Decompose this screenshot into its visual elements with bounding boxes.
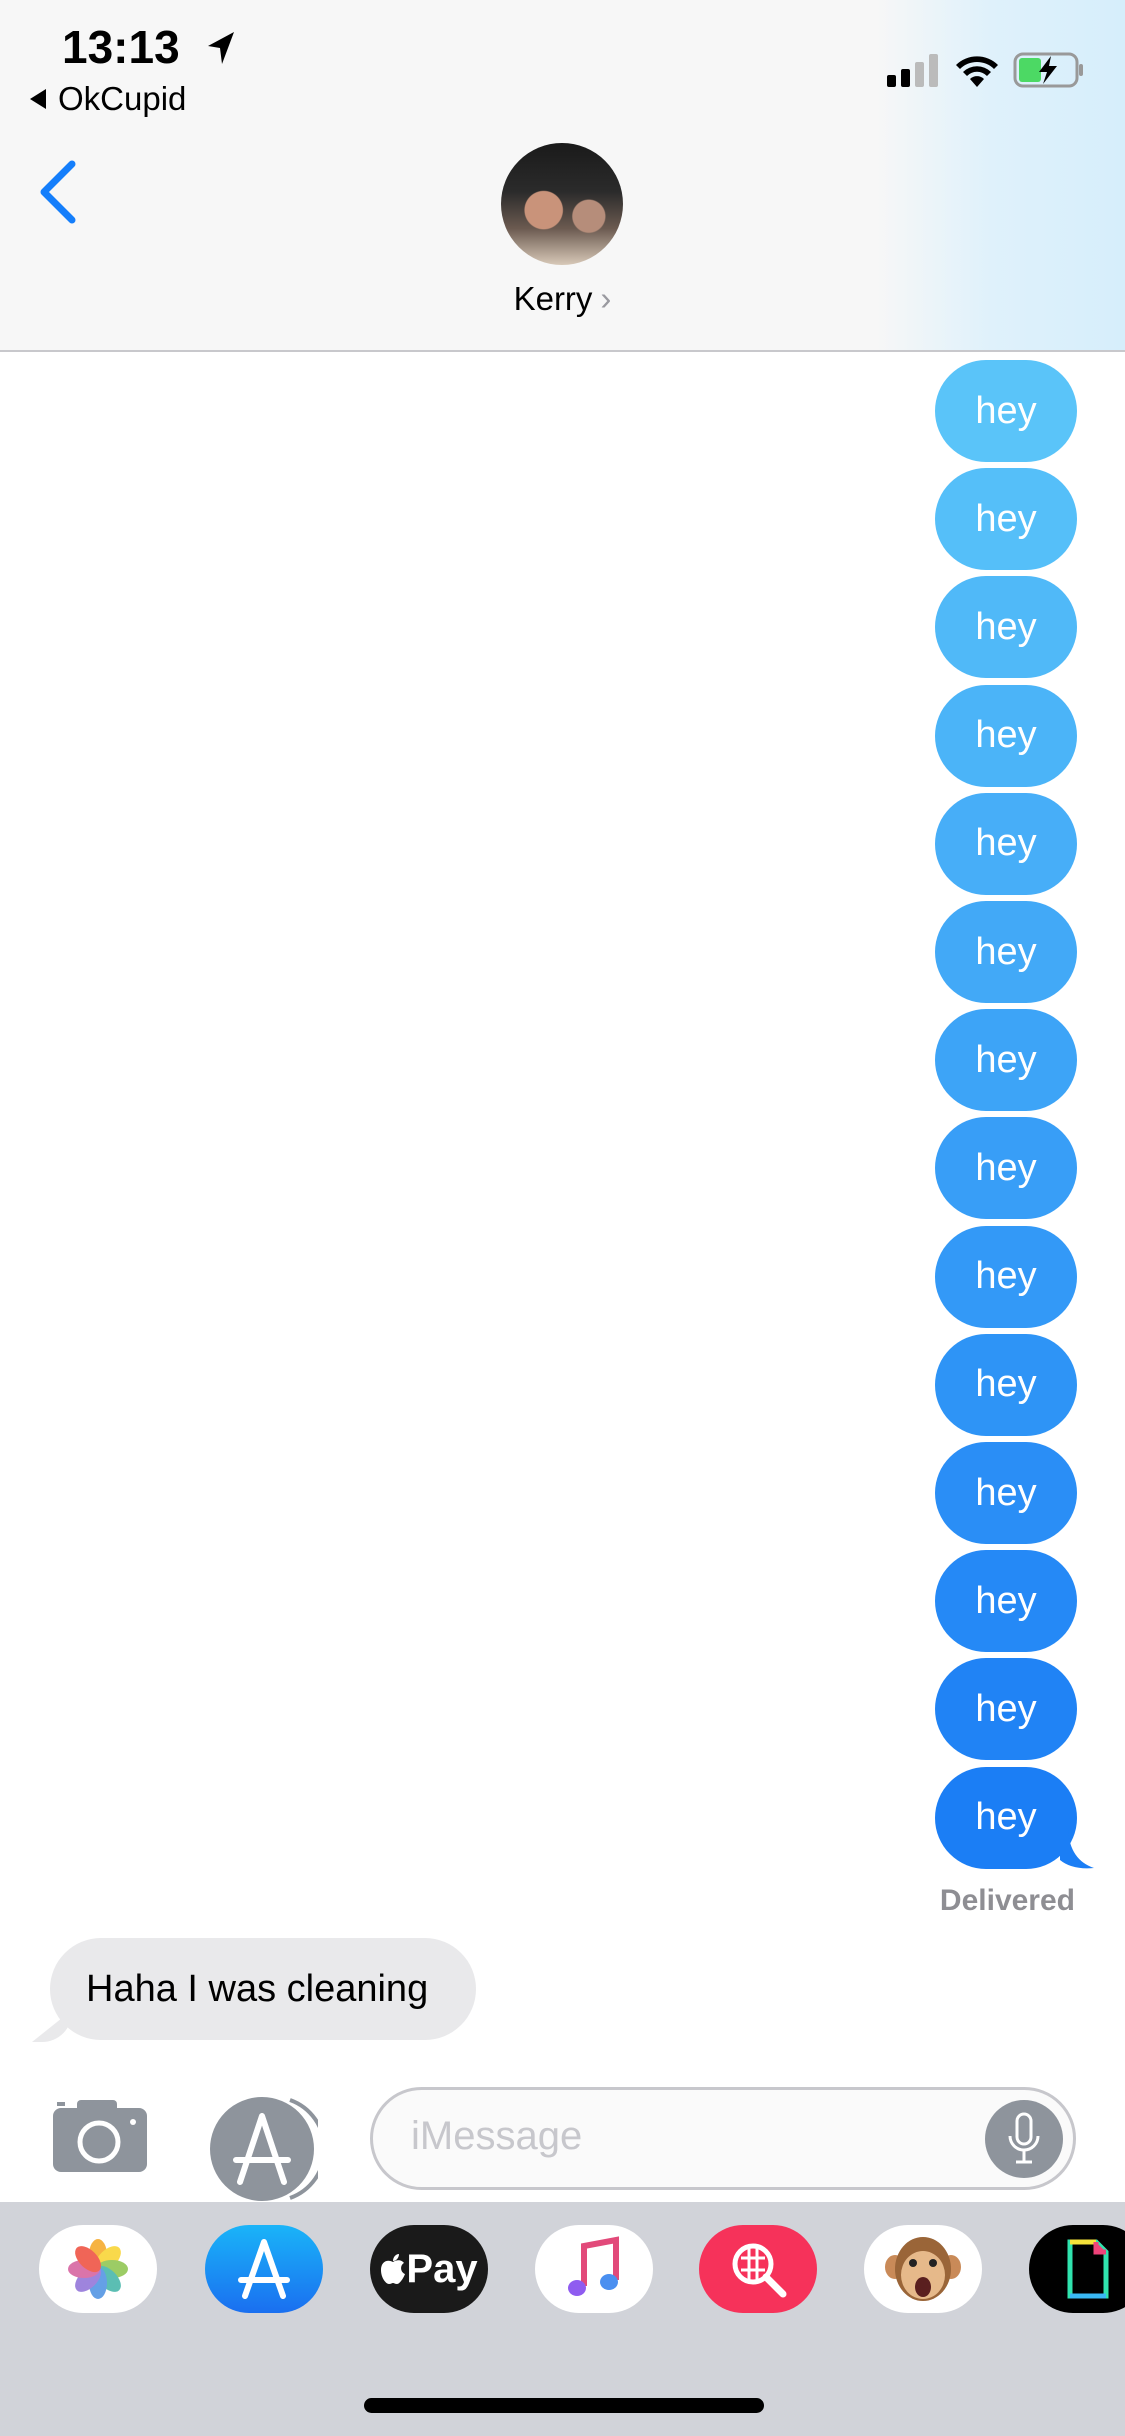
apple-pay-icon [381,2254,406,2284]
wifi-icon [956,56,998,87]
apple-pay-label: Pay [406,2246,478,2291]
status-time: 13:13 [62,21,180,73]
sent-message-bubble[interactable]: hey [935,1550,1077,1653]
app-store-app-button[interactable] [205,2225,323,2313]
sent-message-bubble[interactable]: hey [935,792,1077,895]
conversation-header: 13:13 OkCupid Kerry › [0,0,1125,352]
camera-icon[interactable] [51,2098,149,2174]
chevron-right-icon: › [600,280,612,317]
app-store-drawer-icon[interactable] [210,2096,318,2202]
animoji-icon [885,2237,961,2301]
imessage-input[interactable]: iMessage [370,2087,1076,2190]
back-to-app-link[interactable]: OkCupid [28,80,186,118]
microphone-button[interactable] [985,2100,1063,2178]
sent-message-bubble[interactable]: hey [935,360,1077,462]
sent-bubble-tail [1060,1830,1094,1869]
sent-message-bubble[interactable]: hey [935,1766,1077,1869]
sent-message-bubble[interactable]: hey [935,1658,1077,1761]
battery-charging-icon [1013,52,1083,88]
home-indicator[interactable] [364,2398,764,2413]
sent-message-bubble[interactable]: hey [935,1225,1077,1328]
sent-message-bubble[interactable]: hey [935,901,1077,1003]
location-arrow-icon [208,32,234,64]
sent-message-bubble[interactable]: hey [935,576,1077,679]
photos-icon [68,2239,128,2299]
sent-message-bubble[interactable]: hey [935,1009,1077,1112]
gif-app-button[interactable] [1029,2225,1125,2313]
sent-message-bubble[interactable]: hey [935,1442,1077,1544]
photos-app-button[interactable] [39,2225,157,2313]
contact-avatar[interactable] [501,143,623,265]
sent-message-bubble[interactable]: hey [935,684,1077,787]
status-icons [887,52,1085,88]
music-app-button[interactable] [535,2225,653,2313]
back-app-label: OkCupid [58,80,187,117]
contact-name: Kerry [513,280,593,317]
cellular-signal-icon [887,54,938,87]
received-message-bubble[interactable]: Haha I was cleaning [50,1938,477,2040]
gif-icon [1067,2239,1109,2299]
contact-name-button[interactable]: Kerry › [0,280,1125,318]
sent-message-bubble[interactable]: hey [935,1333,1077,1436]
music-icon [568,2236,619,2296]
input-placeholder: iMessage [411,2114,583,2158]
apple-pay-app-button[interactable]: Pay [370,2225,488,2313]
web-search-app-button[interactable] [699,2225,817,2313]
sent-message-bubble[interactable]: hey [935,1117,1077,1220]
delivered-status: Delivered [939,1884,1075,1917]
web-search-icon [732,2243,787,2298]
app-store-icon [238,2239,290,2299]
back-triangle-icon [30,89,46,109]
sent-message-bubble[interactable]: hey [935,468,1077,571]
microphone-icon [1008,2112,1040,2164]
animoji-app-button[interactable] [864,2225,982,2313]
back-chevron-icon[interactable] [38,160,78,224]
